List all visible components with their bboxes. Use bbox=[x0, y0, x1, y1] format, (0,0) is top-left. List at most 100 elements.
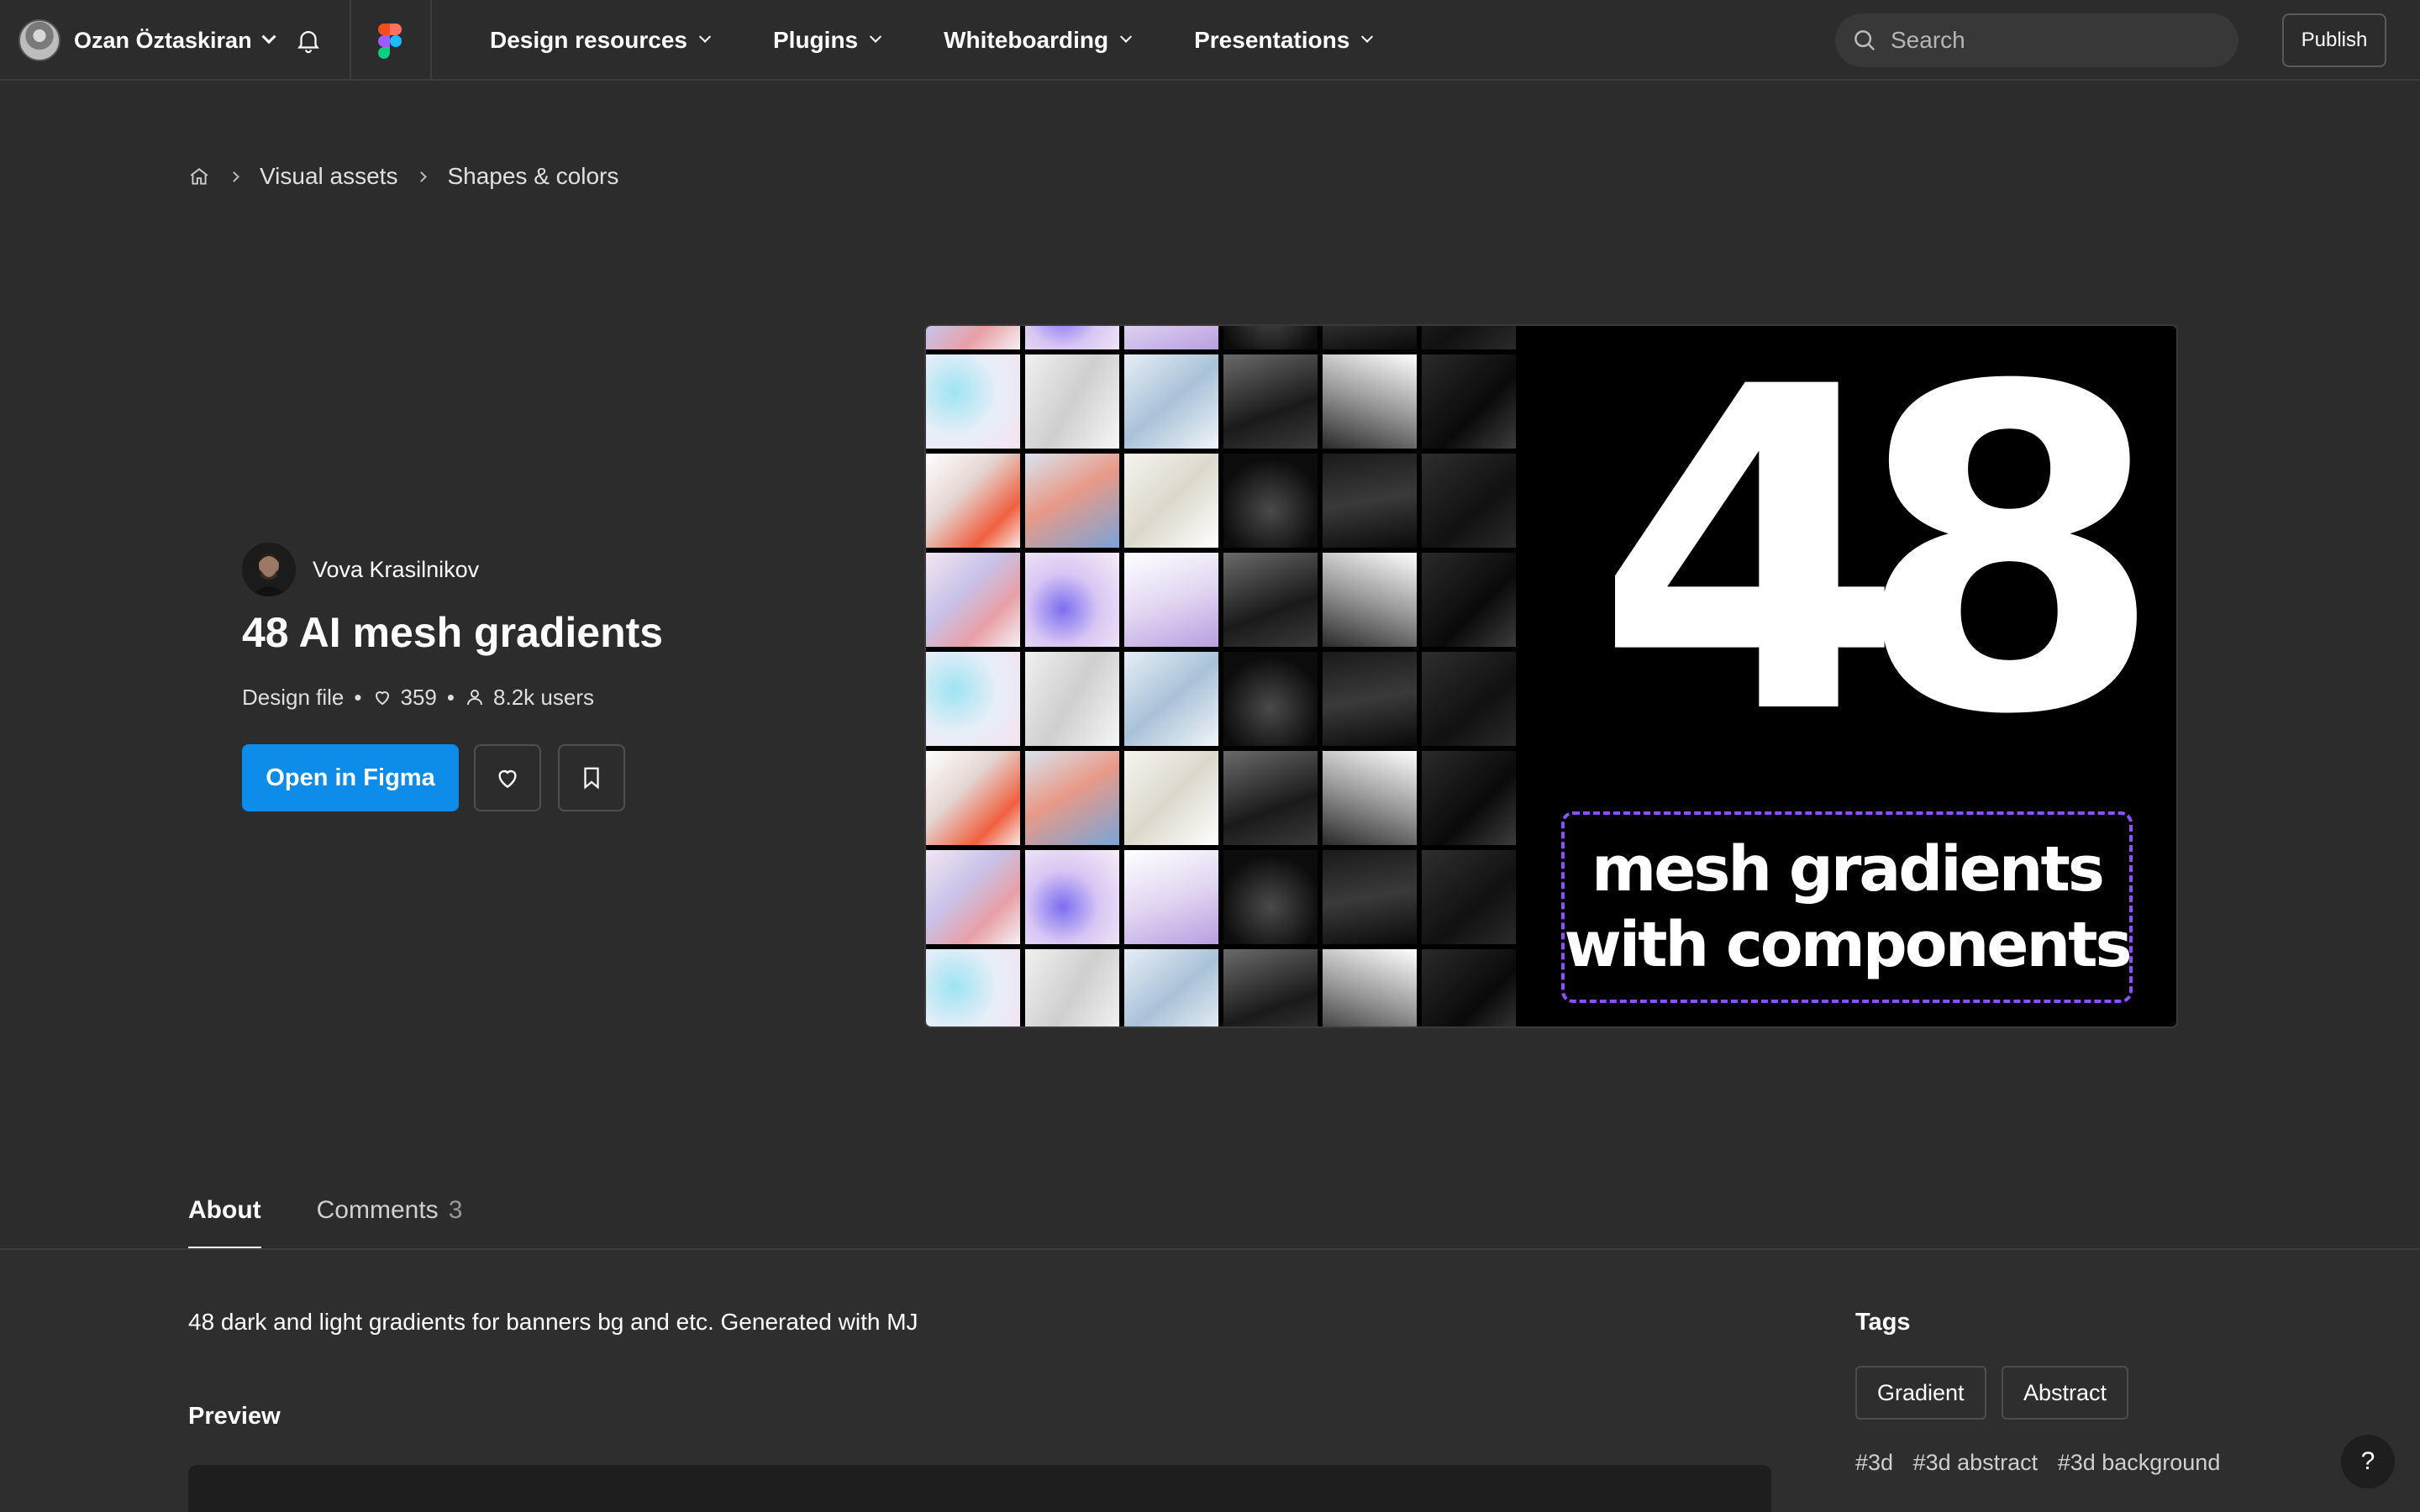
help-button[interactable]: ? bbox=[2341, 1435, 2395, 1488]
figma-logo-icon[interactable] bbox=[378, 24, 402, 59]
preview-heading: Preview bbox=[188, 1403, 281, 1430]
gradient-thumbnail bbox=[1124, 850, 1218, 944]
cover-caption-line: with components bbox=[1564, 909, 2132, 981]
open-in-figma-button[interactable]: Open in Figma bbox=[242, 744, 459, 811]
breadcrumb-visual-assets[interactable]: Visual assets bbox=[260, 163, 397, 190]
cover-caption-box: mesh gradients with components bbox=[1561, 811, 2133, 1003]
publish-button[interactable]: Publish bbox=[2282, 13, 2386, 67]
gradient-thumbnail bbox=[1025, 850, 1119, 944]
file-type: Design file bbox=[242, 684, 345, 710]
gradient-thumbnail bbox=[1422, 949, 1516, 1026]
hashtag[interactable]: #3d background bbox=[2058, 1450, 2221, 1475]
gradient-thumbnail bbox=[1323, 850, 1417, 944]
heart-icon bbox=[375, 691, 389, 706]
gradient-thumbnail bbox=[1124, 553, 1218, 647]
author[interactable]: Vova Krasilnikov bbox=[242, 543, 479, 596]
tab-about[interactable]: About bbox=[188, 1184, 261, 1250]
nav-whiteboarding[interactable]: Whiteboarding bbox=[944, 27, 1133, 54]
comments-count: 3 bbox=[448, 1196, 463, 1224]
gradient-thumbnail bbox=[926, 553, 1020, 647]
nav-label: Presentations bbox=[1194, 27, 1350, 53]
bell-icon[interactable] bbox=[294, 25, 323, 55]
gradient-thumbnail bbox=[1025, 949, 1119, 1026]
like-button[interactable] bbox=[474, 744, 541, 811]
nav-design-resources[interactable]: Design resources bbox=[490, 27, 712, 54]
tab-label: About bbox=[188, 1196, 261, 1224]
bookmark-icon bbox=[584, 767, 599, 790]
gradient-thumbnail bbox=[926, 949, 1020, 1026]
users-count: 8.2k users bbox=[493, 684, 594, 710]
gradient-thumbnail bbox=[926, 326, 1020, 349]
gradient-thumbnail bbox=[1223, 454, 1318, 548]
tags-heading: Tags bbox=[1855, 1309, 1911, 1336]
chevron-right-icon bbox=[416, 171, 428, 182]
gradient-thumbnail bbox=[1025, 354, 1119, 449]
user-avatar bbox=[18, 19, 60, 61]
meta-separator: • bbox=[446, 684, 455, 710]
hashtag[interactable]: #3d bbox=[1855, 1450, 1893, 1475]
divider bbox=[350, 0, 351, 81]
main-nav: Design resources Plugins Whiteboarding P… bbox=[490, 0, 1435, 81]
user-name: Ozan Öztaskiran bbox=[74, 27, 252, 53]
gradient-thumbnail bbox=[1422, 553, 1516, 647]
gradient-thumbnail bbox=[1124, 949, 1218, 1026]
nav-plugins[interactable]: Plugins bbox=[773, 27, 882, 54]
gradient-thumbnail bbox=[1323, 553, 1417, 647]
gradient-thumbnail bbox=[1422, 454, 1516, 548]
nav-presentations[interactable]: Presentations bbox=[1194, 27, 1374, 54]
gradient-thumbnail bbox=[1323, 949, 1417, 1026]
tag-abstract[interactable]: Abstract bbox=[2002, 1366, 2129, 1420]
search-box[interactable] bbox=[1835, 13, 2238, 67]
gradient-thumbnail bbox=[1223, 949, 1318, 1026]
home-icon[interactable] bbox=[188, 165, 210, 187]
chevron-down-icon bbox=[1120, 30, 1133, 43]
gradient-thumbnail bbox=[1223, 326, 1318, 349]
gradient-thumbnail bbox=[1323, 326, 1417, 349]
gradient-thumbnail-grid bbox=[926, 326, 1524, 1026]
gradient-thumbnail bbox=[1124, 652, 1218, 746]
gradient-thumbnail bbox=[1422, 850, 1516, 944]
gradient-thumbnail bbox=[1223, 751, 1318, 845]
gradient-thumbnail bbox=[1422, 326, 1516, 349]
tab-label: Comments bbox=[316, 1196, 439, 1224]
heart-icon bbox=[498, 769, 517, 789]
chevron-right-icon bbox=[229, 171, 239, 182]
tab-comments[interactable]: Comments 3 bbox=[317, 1184, 463, 1250]
gradient-thumbnail bbox=[1025, 652, 1119, 746]
author-name: Vova Krasilnikov bbox=[313, 556, 480, 582]
gradient-thumbnail bbox=[926, 850, 1020, 944]
likes-count: 359 bbox=[400, 684, 437, 710]
bookmark-button[interactable] bbox=[558, 744, 625, 811]
gradient-thumbnail bbox=[1124, 751, 1218, 845]
chevron-down-icon bbox=[1361, 30, 1374, 43]
nav-label: Design resources bbox=[490, 27, 687, 53]
breadcrumb-shapes-colors[interactable]: Shapes & colors bbox=[447, 163, 618, 190]
search-input[interactable] bbox=[1891, 27, 2210, 54]
hashtags: #3d #3d abstract #3d background bbox=[1855, 1450, 2233, 1476]
gradient-thumbnail bbox=[926, 354, 1020, 449]
gradient-thumbnail bbox=[926, 751, 1020, 845]
user-menu[interactable]: Ozan Öztaskiran bbox=[18, 18, 276, 62]
breadcrumb: Visual assets Shapes & colors bbox=[188, 160, 618, 193]
chevron-down-icon bbox=[870, 30, 882, 43]
top-bar: Ozan Öztaskiran Design resources Plugins… bbox=[0, 0, 2420, 81]
gradient-thumbnail bbox=[926, 652, 1020, 746]
gradient-thumbnail bbox=[1323, 454, 1417, 548]
gradient-thumbnail bbox=[1124, 454, 1218, 548]
hashtag[interactable]: #3d abstract bbox=[1913, 1450, 2039, 1475]
gradient-thumbnail bbox=[1223, 850, 1318, 944]
author-avatar bbox=[242, 543, 296, 596]
gradient-thumbnail bbox=[1223, 652, 1318, 746]
nav-label: Plugins bbox=[773, 27, 859, 53]
gradient-thumbnail bbox=[1124, 354, 1218, 449]
gradient-thumbnail bbox=[1025, 751, 1119, 845]
gradient-thumbnail bbox=[1025, 326, 1119, 349]
meta-separator: • bbox=[354, 684, 362, 710]
gradient-thumbnail bbox=[1323, 751, 1417, 845]
gradient-thumbnail bbox=[1223, 354, 1318, 449]
divider bbox=[430, 0, 432, 81]
search-icon bbox=[1854, 30, 1876, 51]
tag-gradient[interactable]: Gradient bbox=[1855, 1366, 1986, 1420]
gradient-thumbnail bbox=[926, 454, 1020, 548]
preview-frame bbox=[188, 1465, 1771, 1512]
